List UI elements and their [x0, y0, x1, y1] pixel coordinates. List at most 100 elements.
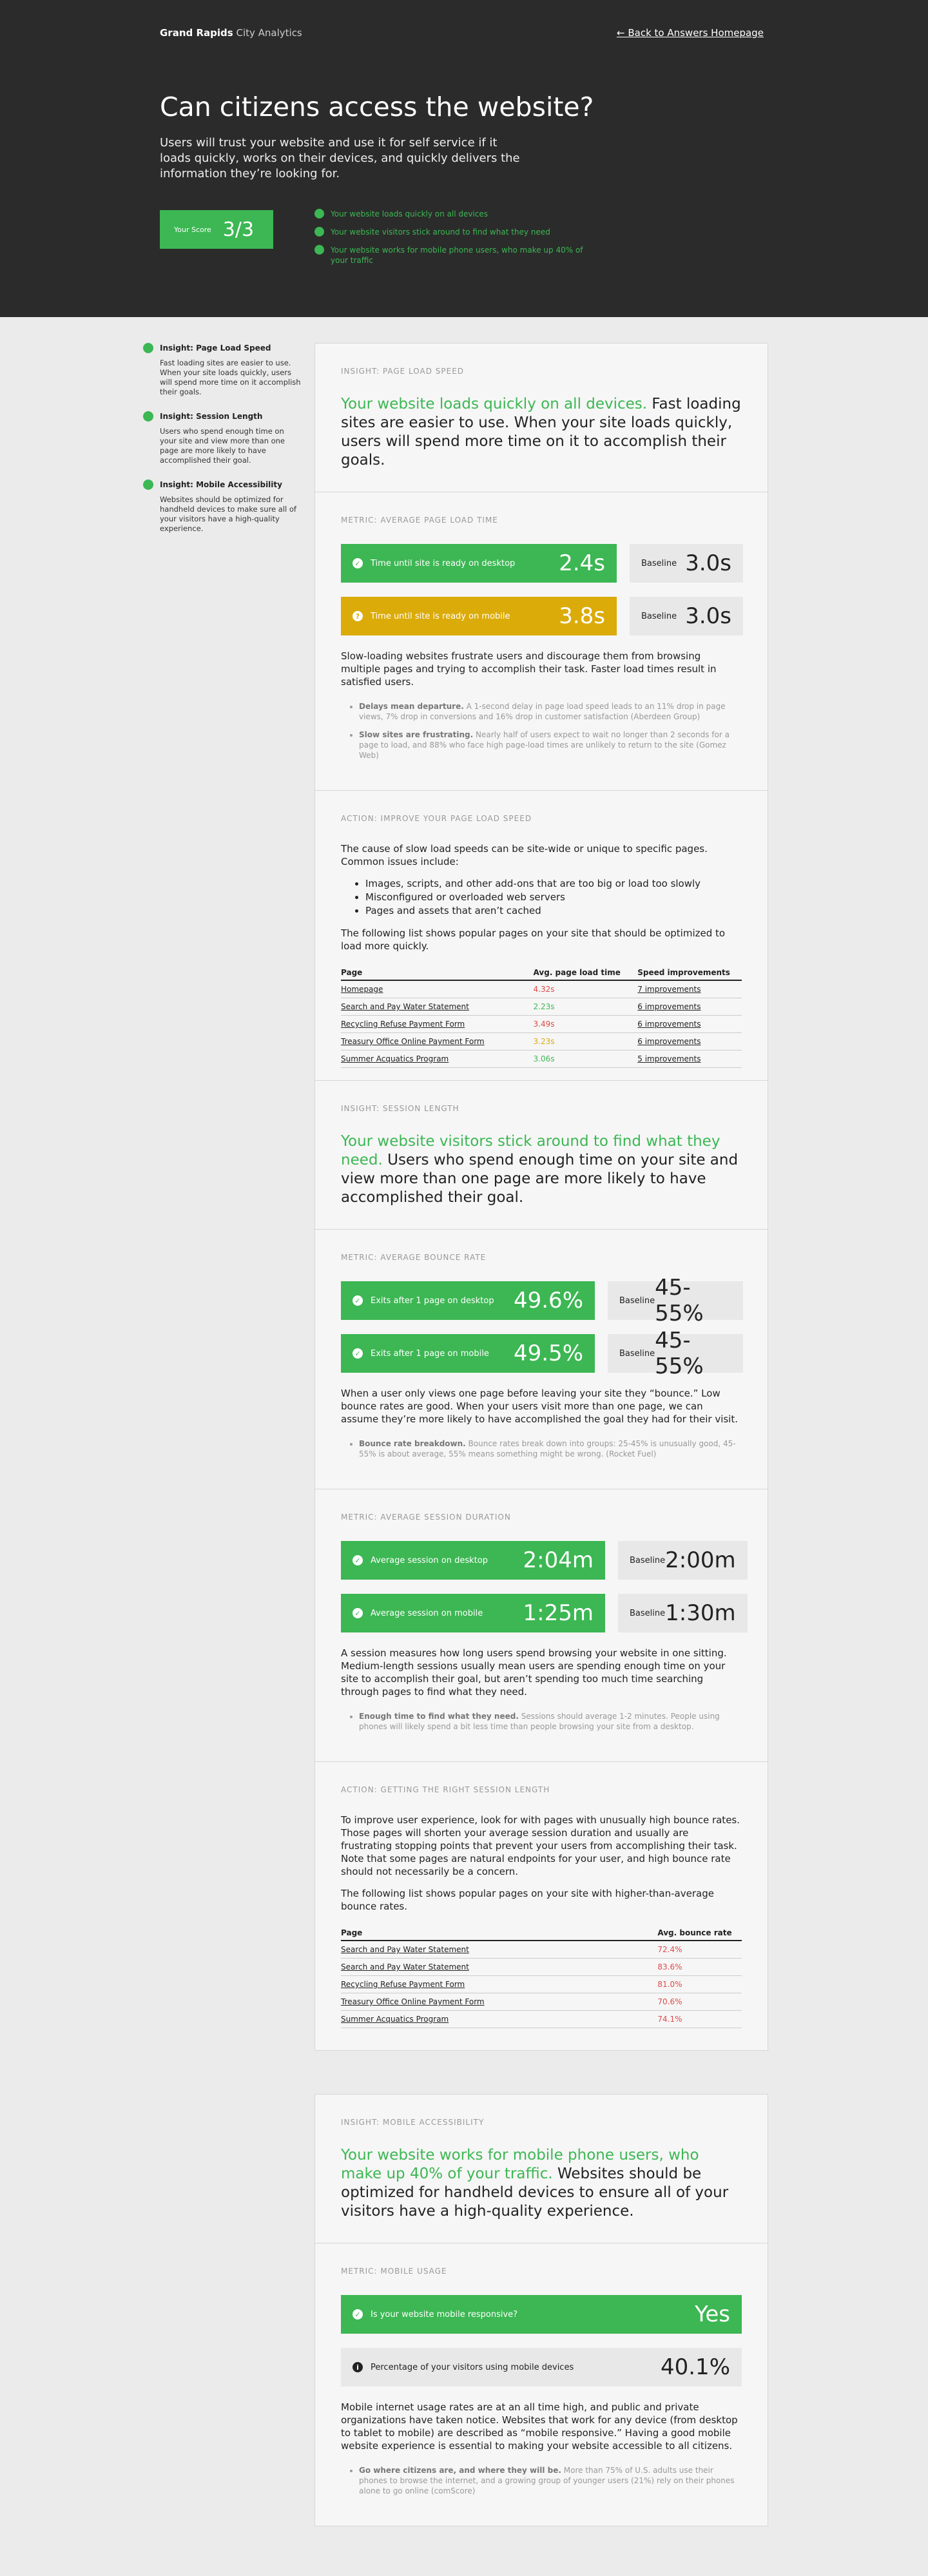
score-label: Your Score	[174, 225, 211, 234]
page-link[interactable]: Summer Acquatics Program	[341, 2015, 449, 2024]
section-kicker: Metric: Average Bounce Rate	[341, 1253, 487, 1262]
metric-description: When a user only views one page before l…	[341, 1388, 739, 1425]
metric-bar: ? Time until site is ready on mobile 3.8s	[341, 597, 617, 635]
check-icon: ✓	[353, 1608, 363, 1618]
metric-value: 2.4s	[559, 550, 605, 576]
status-dot-icon	[143, 411, 153, 421]
page-link[interactable]: Summer Acquatics Program	[341, 1054, 449, 1063]
page-link[interactable]: Search and Pay Water Statement	[341, 1962, 469, 1971]
table-row: Search and Pay Water Statement 2.23s 6 imp…	[341, 998, 742, 1016]
note-bold: Delays mean departure.	[359, 702, 464, 711]
page-cell: Recycling Refuse Payment Form	[341, 1015, 534, 1033]
insight-sidebar: Insight: Page Load Speed Fast loading si…	[143, 343, 301, 548]
bounce-rate-cell: 70.6%	[657, 1993, 742, 2011]
slow-pages-table: Page Avg. page load time Speed improveme…	[341, 965, 742, 1068]
score-value: 3/3	[222, 218, 255, 241]
note-bold: Go where citizens are, and where they wi…	[359, 2466, 561, 2475]
check-icon: ✓	[353, 1348, 363, 1359]
metric-bar: i Percentage of your visitors using mobil…	[341, 2348, 742, 2387]
improvements-cell: 6 improvements	[637, 998, 742, 1016]
section-kicker: Insight: Mobile Accessibility	[341, 2118, 485, 2127]
check-text: Your website loads quickly on all device…	[331, 209, 488, 218]
sidebar-item-body: Users who spend enough time on your site…	[160, 427, 285, 465]
action-description: The following list shows popular pages o…	[341, 927, 726, 952]
section-kicker: Action: Getting the right session length	[341, 1785, 550, 1794]
insight-highlight: Your website loads quickly on all device…	[341, 396, 648, 412]
sidebar-item-session-length[interactable]: Insight: Session Length Users who spend …	[143, 411, 301, 465]
info-icon: i	[353, 2362, 363, 2372]
improvements-link[interactable]: 6 improvements	[637, 1002, 701, 1011]
notes-list: Enough time to find what they need. Sess…	[359, 1711, 742, 1732]
metric-bar: ✓ Is your website mobile responsive? Yes	[341, 2295, 742, 2334]
table-row: Search and Pay Water Statement 83.6%	[341, 1958, 742, 1976]
baseline-label: Baseline	[630, 1555, 666, 1565]
section-kicker: Metric: Average Page Load Time	[341, 516, 498, 525]
metric-section: Metric: Average Page Load Time ✓ Time unt…	[315, 492, 768, 791]
improvements-link[interactable]: 5 improvements	[637, 1054, 701, 1063]
page-cell: Treasury Office Online Payment Form	[341, 1032, 534, 1051]
sidebar-item-page-load-speed[interactable]: Insight: Page Load Speed Fast loading si…	[143, 343, 301, 397]
mobile-accessibility-card: Insight: Mobile Accessibility Your websi…	[314, 2094, 768, 2526]
sidebar-item-head: Insight: Mobile Accessibility	[143, 479, 301, 490]
baseline-label: Baseline	[619, 1295, 655, 1306]
improvements-link[interactable]: 6 improvements	[637, 1037, 701, 1046]
insight-section: Insight: Page Load Speed Your website lo…	[315, 344, 768, 492]
check-text: Your website works for mobile phone user…	[331, 246, 583, 265]
table-row: Treasury Office Online Payment Form 70.6%	[341, 1993, 742, 2011]
load-time-cell: 3.49s	[533, 1015, 638, 1033]
page-link[interactable]: Treasury Office Online Payment Form	[341, 1037, 485, 1046]
baseline-box: Baseline 45-55%	[608, 1275, 743, 1326]
metric-label: Percentage of your visitors using mobile…	[371, 2362, 574, 2372]
back-to-homepage-link[interactable]: ← Back to Answers Homepage	[617, 27, 764, 39]
table-row: Recycling Refuse Payment Form 3.49s 6 impr…	[341, 1015, 742, 1033]
load-time-cell: 3.06s	[533, 1050, 638, 1068]
status-dot-icon	[143, 479, 153, 490]
metric-label: Time until site is ready on mobile	[371, 611, 510, 621]
page-cell: Summer Acquatics Program	[341, 1050, 534, 1068]
notes-list: Go where citizens are, and where they wi…	[359, 2465, 742, 2496]
brand-logo: Grand Rapids City Analytics	[160, 27, 302, 39]
page-link[interactable]: Recycling Refuse Payment Form	[341, 1020, 465, 1029]
sidebar-item-body: Websites should be optimized for handhel…	[160, 495, 296, 533]
note-bold: Enough time to find what they need.	[359, 1712, 519, 1721]
sidebar-item-head: Insight: Page Load Speed	[143, 343, 301, 353]
baseline-box: Baseline 45-55%	[608, 1328, 743, 1379]
check-icon: ✓	[353, 558, 363, 568]
bounce-metric-section: Metric: Average Bounce Rate ✓ Exits after…	[315, 1230, 768, 1489]
note-bold: Bounce rate breakdown.	[359, 1439, 466, 1448]
metric-value: 49.6%	[513, 1288, 583, 1313]
metric-label: Average session on mobile	[371, 1608, 483, 1618]
load-time-cell: 4.32s	[533, 980, 638, 998]
action-intro: To improve user experience, look for wit…	[341, 1814, 740, 1877]
question-icon: ?	[353, 611, 363, 621]
note-item: Slow sites are frustrating. Nearly half …	[359, 730, 742, 760]
page-link[interactable]: Recycling Refuse Payment Form	[341, 1980, 465, 1989]
check-dot-icon	[314, 209, 324, 218]
baseline-value: 3.0s	[685, 550, 731, 576]
metric-value: 2:04m	[523, 1547, 594, 1573]
page-link[interactable]: Homepage	[341, 985, 383, 994]
page-link[interactable]: Treasury Office Online Payment Form	[341, 1997, 485, 2006]
page-link[interactable]: Search and Pay Water Statement	[341, 1002, 469, 1011]
metric-row: ? Time until site is ready on mobile 3.8s …	[341, 597, 743, 635]
improvements-cell: 7 improvements	[637, 980, 742, 998]
improvements-link[interactable]: 6 improvements	[637, 1020, 701, 1029]
baseline-label: Baseline	[641, 558, 677, 568]
status-dot-icon	[143, 343, 153, 353]
section-kicker: Metric: Mobile Usage	[341, 2267, 447, 2276]
note-item: Go where citizens are, and where they wi…	[359, 2465, 742, 2496]
duration-metric-section: Metric: Average Session Duration ✓ Averag…	[315, 1489, 768, 1762]
check-item: Your website works for mobile phone user…	[314, 245, 585, 266]
sidebar-item-mobile-accessibility[interactable]: Insight: Mobile Accessibility Websites s…	[143, 479, 301, 534]
improvements-link[interactable]: 7 improvements	[637, 985, 701, 994]
table-row: Search and Pay Water Statement 72.4%	[341, 1941, 742, 1959]
mobile-metric-section: Metric: Mobile Usage ✓ Is your website mo…	[315, 2243, 768, 2526]
page-link[interactable]: Search and Pay Water Statement	[341, 1945, 469, 1954]
issue-list: Images, scripts, and other add-ons that …	[365, 877, 742, 918]
bounce-rate-cell: 72.4%	[657, 1941, 742, 1959]
page-cell: Search and Pay Water Statement	[341, 1958, 658, 1976]
page-cell: Recycling Refuse Payment Form	[341, 1975, 658, 1993]
baseline-label: Baseline	[619, 1348, 655, 1359]
metric-label: Time until site is ready on desktop	[371, 558, 516, 568]
table-row: Summer Acquatics Program 74.1%	[341, 2010, 742, 2028]
